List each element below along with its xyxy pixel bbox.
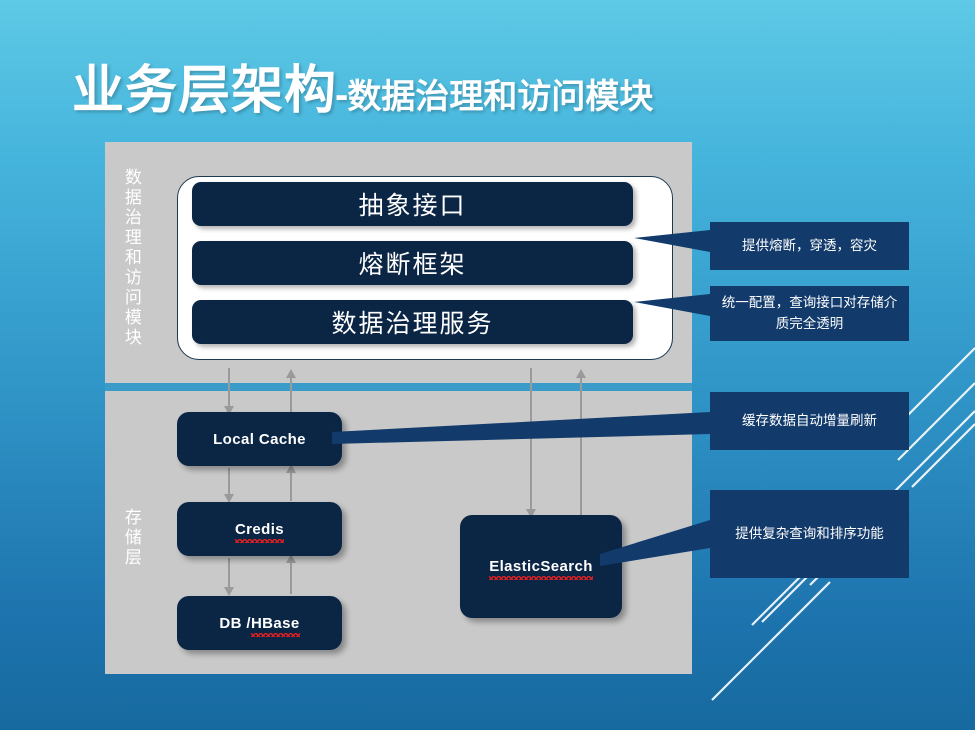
- governance-layer-label: 数据治理和访问模块: [121, 168, 141, 348]
- storage-box-local-cache-label: Local Cache: [213, 430, 306, 448]
- layer-divider: [105, 383, 692, 391]
- arrow-es-to-gov-line: [580, 374, 582, 517]
- page-title-sub: 数据治理和访问模块: [347, 78, 654, 116]
- arrow-gov-to-localcache-line: [228, 368, 230, 410]
- governance-box-circuit-breaker[interactable]: 熔断框架: [192, 241, 633, 285]
- callout-complex-query[interactable]: 提供复杂查询和排序功能: [710, 490, 909, 578]
- storage-box-elasticsearch-label: ElasticSearch: [489, 558, 593, 580]
- governance-box-data-governance-service[interactable]: 数据治理服务: [192, 300, 633, 344]
- storage-box-credis[interactable]: Credis: [177, 502, 342, 556]
- arrow-localcache-to-gov-line: [290, 374, 292, 414]
- page-title: 业务层架构-数据治理和访问模块: [72, 48, 653, 123]
- storage-box-credis-label: Credis: [234, 520, 285, 543]
- arrow-gov-to-es-line: [530, 368, 532, 513]
- callout-cache-refresh[interactable]: 缓存数据自动增量刷新: [710, 392, 909, 450]
- callout-unified-config[interactable]: 统一配置，查询接口对存储介质完全透明: [710, 286, 909, 341]
- arrow-credis-to-localcache-line: [290, 471, 292, 501]
- arrow-es-to-gov-head: [576, 369, 586, 378]
- storage-layer-label: 存储层: [121, 508, 141, 568]
- callout-circuit-breaker[interactable]: 提供熔断，穿透，容灾: [710, 222, 909, 270]
- page-title-main: 业务层架构: [72, 62, 338, 120]
- storage-box-elasticsearch[interactable]: ElasticSearch: [460, 515, 622, 618]
- storage-box-db-hbase[interactable]: DB / HBase: [177, 596, 342, 650]
- storage-box-db-hbase-prefix: DB /: [219, 614, 251, 632]
- storage-box-db-hbase-label: HBase: [250, 614, 300, 637]
- storage-box-local-cache[interactable]: Local Cache: [177, 412, 342, 466]
- arrow-db-to-credis-line: [290, 561, 292, 594]
- arrow-credis-to-db-head: [224, 587, 234, 596]
- slide-canvas: 业务层架构-数据治理和访问模块 数据治理和访问模块 存储层 抽象接口 熔断框架 …: [0, 0, 975, 730]
- governance-box-abstract-interface[interactable]: 抽象接口: [192, 182, 633, 226]
- arrow-localcache-to-gov-head: [286, 369, 296, 378]
